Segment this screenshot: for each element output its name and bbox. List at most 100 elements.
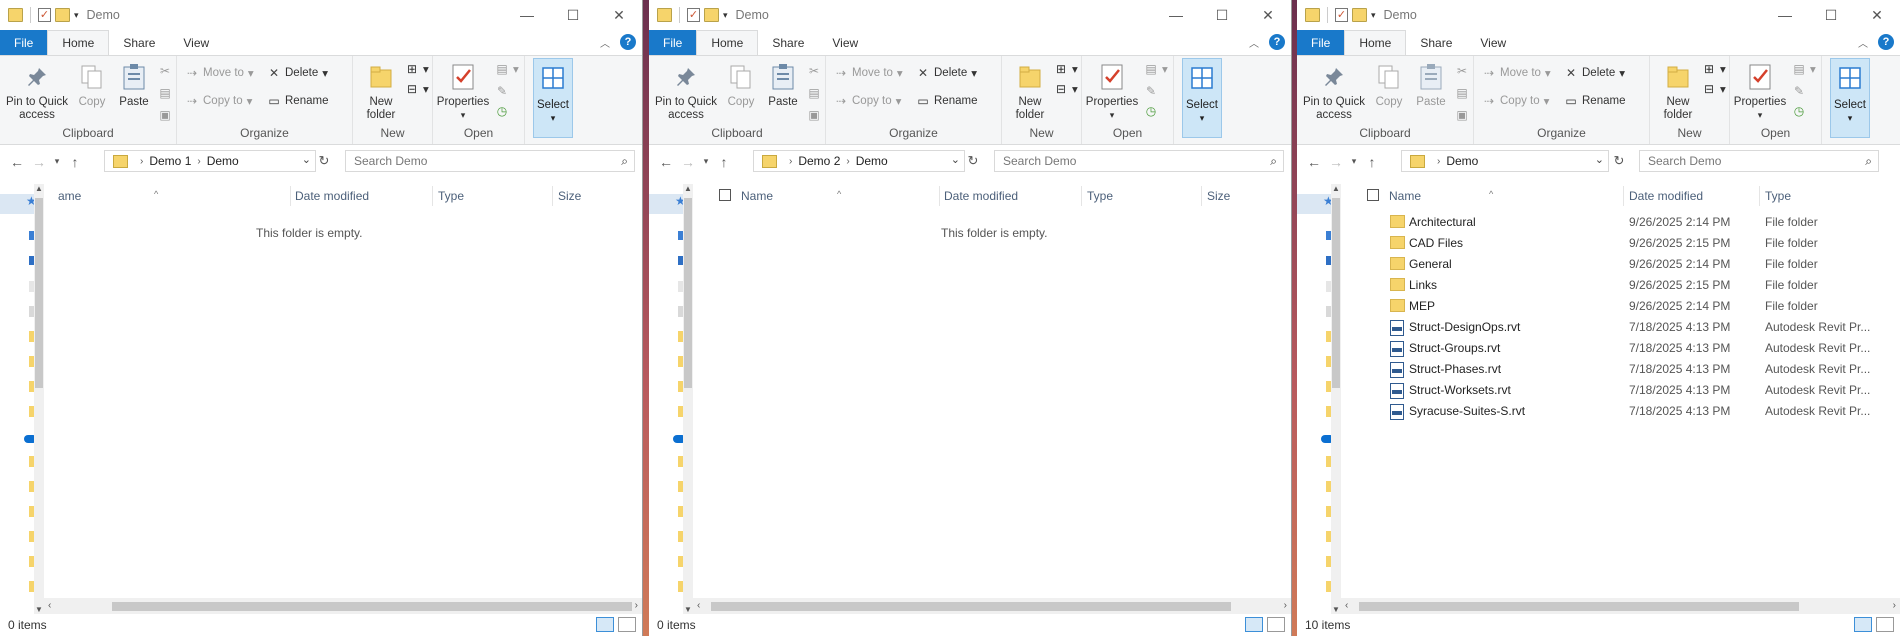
new-folder-button[interactable]: New folder	[1008, 62, 1052, 122]
properties-button[interactable]: Properties ▾	[435, 62, 491, 122]
open-icon[interactable]: ▤ ▾	[495, 62, 518, 76]
table-row[interactable]: Struct-Groups.rvt 7/18/2025 4:13 PM Autode…	[1341, 338, 1900, 359]
edit-icon[interactable]: ✎	[495, 84, 509, 98]
paste-button[interactable]: Paste	[763, 62, 803, 109]
minimize-button[interactable]: —	[1762, 0, 1808, 30]
history-icon[interactable]: ◷	[1792, 104, 1806, 118]
back-button[interactable]: ←	[1303, 154, 1325, 170]
copy-button[interactable]: Copy	[72, 62, 112, 109]
forward-button[interactable]: →	[1325, 154, 1347, 170]
large-icons-view-icon[interactable]	[1876, 617, 1894, 632]
edit-icon[interactable]: ✎	[1144, 84, 1158, 98]
tab-home[interactable]: Home	[1344, 30, 1407, 55]
table-row[interactable]: Struct-Worksets.rvt 7/18/2025 4:13 PM Auto…	[1341, 380, 1900, 401]
delete-button[interactable]: ✕ Delete ▾	[267, 66, 328, 80]
table-row[interactable]: MEP 9/26/2025 2:14 PM File folder	[1341, 296, 1900, 317]
column-type[interactable]: Type	[438, 189, 464, 203]
new-folder-icon[interactable]	[704, 8, 719, 22]
navigation-pane[interactable]: ★ ▲ ▼	[1297, 184, 1341, 614]
table-row[interactable]: Architectural 9/26/2025 2:14 PM File folde…	[1341, 212, 1900, 233]
select-all-checkbox[interactable]	[1367, 189, 1379, 201]
navigation-scrollbar[interactable]: ▲ ▼	[683, 184, 693, 614]
rename-button[interactable]: ▭ Rename	[916, 94, 977, 108]
tab-view[interactable]: View	[1466, 30, 1520, 55]
paste-shortcut-icon[interactable]: ▣	[1455, 108, 1469, 122]
properties-button[interactable]: Properties ▾	[1732, 62, 1788, 122]
copy-button[interactable]: Copy	[721, 62, 761, 109]
properties-button[interactable]: Properties ▾	[1084, 62, 1140, 122]
easy-access-icon[interactable]: ⊟ ▾	[1702, 82, 1726, 96]
column-size[interactable]: Size	[558, 189, 581, 203]
help-icon[interactable]: ?	[1878, 34, 1894, 50]
minimize-button[interactable]: —	[504, 0, 550, 30]
customize-quick-access-icon[interactable]: ▾	[723, 10, 728, 21]
navigation-pane[interactable]: ★ ▲ ▼	[649, 184, 693, 614]
refresh-button[interactable]: ↻	[1609, 150, 1629, 172]
horizontal-scrollbar[interactable]: ‹ ›	[693, 598, 1291, 614]
up-button[interactable]: ↑	[713, 154, 735, 170]
pin-to-quick-access-button[interactable]: Pin to Quick access	[4, 62, 70, 122]
maximize-button[interactable]: ☐	[1199, 0, 1245, 30]
tab-share[interactable]: Share	[1406, 30, 1466, 55]
search-box[interactable]: Search Demo ⌕	[994, 150, 1284, 172]
move-to-button[interactable]: ⇢ Move to ▾	[1482, 66, 1551, 80]
new-folder-icon[interactable]	[55, 8, 70, 22]
column-name[interactable]: Name	[741, 189, 773, 203]
table-row[interactable]: General 9/26/2025 2:14 PM File folder	[1341, 254, 1900, 275]
collapse-ribbon-icon[interactable]: ︿	[1249, 35, 1259, 50]
copy-to-button[interactable]: ⇢ Copy to ▾	[834, 94, 901, 108]
close-button[interactable]: ✕	[1854, 0, 1900, 30]
maximize-button[interactable]: ☐	[550, 0, 596, 30]
table-row[interactable]: Struct-Phases.rvt 7/18/2025 4:13 PM Autode…	[1341, 359, 1900, 380]
collapse-ribbon-icon[interactable]: ︿	[600, 35, 610, 50]
address-dropdown-icon[interactable]: ⌄	[302, 153, 311, 166]
new-folder-icon[interactable]	[1352, 8, 1367, 22]
file-list[interactable]: ^ Name Date modified Type Size This fold…	[693, 184, 1291, 614]
address-bar[interactable]: › Demo ⌄	[1401, 150, 1609, 172]
horizontal-scrollbar[interactable]: ‹ ›	[1341, 598, 1900, 614]
properties-icon[interactable]: ✓	[687, 8, 700, 22]
new-item-icon[interactable]: ⊞ ▾	[1702, 62, 1726, 76]
paste-button[interactable]: Paste	[114, 62, 154, 109]
large-icons-view-icon[interactable]	[618, 617, 636, 632]
table-row[interactable]: Struct-DesignOps.rvt 7/18/2025 4:13 PM Aut…	[1341, 317, 1900, 338]
minimize-button[interactable]: —	[1153, 0, 1199, 30]
column-date-modified[interactable]: Date modified	[295, 189, 369, 203]
copy-path-icon[interactable]: ▤	[807, 86, 821, 100]
breadcrumb-item[interactable]: Demo 2	[798, 154, 840, 168]
close-button[interactable]: ✕	[1245, 0, 1291, 30]
move-to-button[interactable]: ⇢ Move to ▾	[185, 66, 254, 80]
recent-locations-button[interactable]: ▾	[50, 156, 64, 167]
paste-button[interactable]: Paste	[1411, 62, 1451, 109]
breadcrumb-item[interactable]: Demo	[1446, 154, 1478, 168]
edit-icon[interactable]: ✎	[1792, 84, 1806, 98]
address-bar[interactable]: › Demo 1 › Demo ⌄	[104, 150, 316, 172]
navigation-scrollbar[interactable]: ▲ ▼	[34, 184, 44, 614]
new-folder-button[interactable]: New folder	[359, 62, 403, 122]
rename-button[interactable]: ▭ Rename	[1564, 94, 1625, 108]
details-view-icon[interactable]	[1854, 617, 1872, 632]
new-item-icon[interactable]: ⊞ ▾	[1054, 62, 1078, 76]
customize-quick-access-icon[interactable]: ▾	[1371, 10, 1376, 21]
new-folder-button[interactable]: New folder	[1656, 62, 1700, 122]
horizontal-scrollbar[interactable]: ‹ ›	[44, 598, 642, 614]
column-size[interactable]: Size	[1207, 189, 1230, 203]
delete-button[interactable]: ✕ Delete ▾	[1564, 66, 1625, 80]
details-view-icon[interactable]	[596, 617, 614, 632]
breadcrumb-item[interactable]: Demo 1	[149, 154, 191, 168]
help-icon[interactable]: ?	[1269, 34, 1285, 50]
address-dropdown-icon[interactable]: ⌄	[1595, 153, 1604, 166]
back-button[interactable]: ←	[655, 154, 677, 170]
up-button[interactable]: ↑	[64, 154, 86, 170]
large-icons-view-icon[interactable]	[1267, 617, 1285, 632]
column-date-modified[interactable]: Date modified	[944, 189, 1018, 203]
forward-button[interactable]: →	[28, 154, 50, 170]
file-list[interactable]: ^ Name Date modified Type Architectural 9…	[1341, 184, 1900, 614]
table-row[interactable]: CAD Files 9/26/2025 2:15 PM File folder	[1341, 233, 1900, 254]
select-button[interactable]: Select ▾	[1830, 58, 1870, 138]
refresh-button[interactable]: ↻	[314, 150, 334, 172]
rename-button[interactable]: ▭ Rename	[267, 94, 328, 108]
delete-button[interactable]: ✕ Delete ▾	[916, 66, 977, 80]
tab-share[interactable]: Share	[109, 30, 169, 55]
column-type[interactable]: Type	[1087, 189, 1113, 203]
